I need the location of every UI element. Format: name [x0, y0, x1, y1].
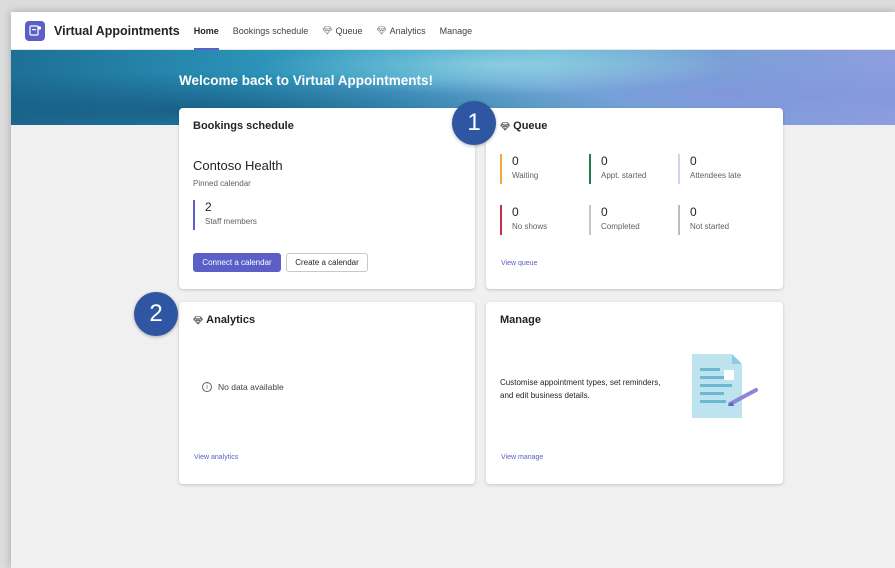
stat-no-shows-value: 0: [512, 205, 519, 219]
queue-card: 💎︎ Queue 0 Waiting 0 Appt. started 0 Atte…: [486, 108, 783, 289]
stat-not-started-label: Not started: [690, 222, 730, 231]
analytics-title-text: Analytics: [206, 314, 256, 326]
stat-attendees-late-label: Attendees late: [690, 171, 742, 180]
gem-icon: 💎︎: [376, 26, 387, 35]
tab-bookings-schedule-label: Bookings schedule: [232, 25, 309, 36]
stat-appt-started-label: Appt. started: [601, 171, 647, 180]
stat-appt-started: 0 Appt. started: [589, 154, 646, 184]
gem-icon: 💎︎: [193, 316, 204, 325]
calendar-name: Contoso Health: [193, 158, 283, 173]
manage-card: Manage Customise appointment types, set …: [486, 302, 783, 484]
manage-description: Customise appointment types, set reminde…: [500, 378, 661, 400]
stat-not-started-value: 0: [690, 205, 697, 219]
tab-queue[interactable]: 💎︎ Queue: [322, 12, 362, 50]
queue-card-title: 💎︎ Queue: [500, 120, 547, 132]
analytics-card: 💎︎ Analytics i No data available View ana…: [179, 302, 475, 484]
staff-count: 2: [205, 200, 212, 214]
analytics-card-title: 💎︎ Analytics: [193, 314, 255, 326]
stat-not-started: 0 Not started: [678, 205, 729, 235]
stat-attendees-late-value: 0: [690, 154, 697, 168]
callout-badge-1: 1: [452, 101, 496, 145]
stat-waiting-value: 0: [512, 154, 519, 168]
create-calendar-button[interactable]: Create a calendar: [286, 253, 368, 272]
tab-analytics-label: Analytics: [389, 25, 426, 36]
view-queue-link[interactable]: View queue: [501, 260, 537, 267]
stat-attendees-late: 0 Attendees late: [678, 154, 741, 184]
no-data-message: i No data available: [202, 382, 284, 392]
view-analytics-link[interactable]: View analytics: [194, 454, 238, 461]
staff-members-stat: 2 Staff members: [193, 200, 257, 230]
stat-appt-started-value: 0: [601, 154, 608, 168]
tab-manage-label: Manage: [439, 25, 473, 36]
bookings-card: Bookings schedule Contoso Health Pinned …: [179, 108, 475, 289]
no-data-text: No data available: [218, 382, 284, 392]
top-bar: Virtual Appointments Home Bookings sched…: [11, 12, 895, 50]
manage-card-title: Manage: [500, 314, 541, 326]
stat-completed: 0 Completed: [589, 205, 640, 235]
gem-icon: 💎︎: [322, 26, 333, 35]
queue-title-text: Queue: [513, 120, 548, 132]
tab-manage[interactable]: Manage: [440, 12, 473, 50]
callout-badge-2: 2: [134, 292, 178, 336]
stat-completed-label: Completed: [601, 222, 640, 231]
staff-label: Staff members: [205, 217, 257, 226]
calendar-subtitle: Pinned calendar: [193, 179, 251, 188]
info-icon: i: [202, 382, 212, 392]
stat-waiting: 0 Waiting: [500, 154, 538, 184]
view-manage-link[interactable]: View manage: [501, 454, 543, 461]
tab-home[interactable]: Home: [193, 12, 219, 50]
tab-analytics[interactable]: 💎︎ Analytics: [376, 12, 425, 50]
gem-icon: 💎︎: [500, 122, 511, 131]
document-edit-illustration-icon: [692, 354, 758, 418]
app-window: Virtual Appointments Home Bookings sched…: [11, 12, 895, 568]
app-title: Virtual Appointments: [54, 23, 180, 38]
banner-title: Welcome back to Virtual Appointments!: [179, 73, 434, 88]
tab-bookings-schedule[interactable]: Bookings schedule: [233, 12, 309, 50]
stat-completed-value: 0: [601, 205, 608, 219]
connect-calendar-button[interactable]: Connect a calendar: [193, 253, 281, 272]
stat-no-shows-label: No shows: [512, 222, 548, 231]
bookings-card-title: Bookings schedule: [193, 120, 294, 132]
tab-queue-label: Queue: [335, 25, 363, 36]
tab-home-label: Home: [193, 25, 219, 36]
stat-no-shows: 0 No shows: [500, 205, 547, 235]
app-logo-icon: [25, 20, 45, 41]
stat-waiting-label: Waiting: [512, 171, 539, 180]
